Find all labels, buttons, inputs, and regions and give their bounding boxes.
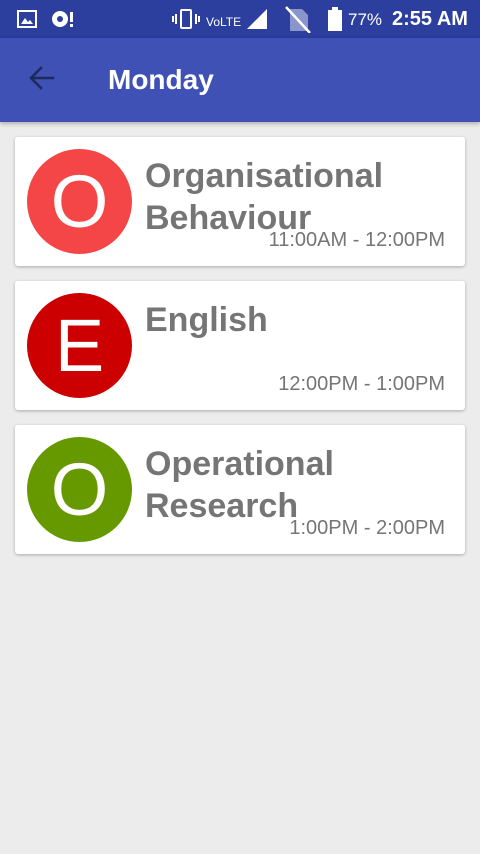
class-card[interactable]: E English 12:00PM - 1:00PM (15, 281, 465, 410)
no-sim-icon (284, 5, 312, 38)
class-time: 11:00AM - 12:00PM (268, 229, 445, 251)
class-avatar: O (27, 149, 132, 254)
gallery-icon (17, 10, 37, 33)
sync-error-icon (50, 9, 76, 34)
signal-icon (246, 8, 268, 35)
vibrate-icon (172, 8, 200, 35)
class-avatar: O (27, 437, 132, 542)
class-avatar: E (27, 293, 132, 398)
arrow-back-icon (29, 65, 55, 95)
battery-icon (328, 7, 342, 36)
network-label: VoLTE (206, 15, 242, 29)
class-list: O Organisational Behaviour 11:00AM - 12:… (15, 137, 465, 569)
class-subject: Operational Research (145, 445, 334, 525)
class-time: 1:00PM - 2:00PM (289, 517, 445, 539)
class-card[interactable]: O Organisational Behaviour 11:00AM - 12:… (15, 137, 465, 266)
clock: 2:55 AM (392, 8, 468, 30)
class-subject: English (145, 301, 268, 339)
class-subject: Organisational Behaviour (145, 157, 384, 237)
app-bar: Monday (0, 38, 480, 122)
page-title: Monday (108, 64, 214, 95)
back-button[interactable] (18, 58, 66, 102)
class-card[interactable]: O Operational Research 1:00PM - 2:00PM (15, 425, 465, 554)
status-bar: VoLTE 77% 2:55 AM (0, 0, 480, 38)
battery-percent: 77% (348, 10, 383, 29)
class-time: 12:00PM - 1:00PM (278, 373, 445, 395)
